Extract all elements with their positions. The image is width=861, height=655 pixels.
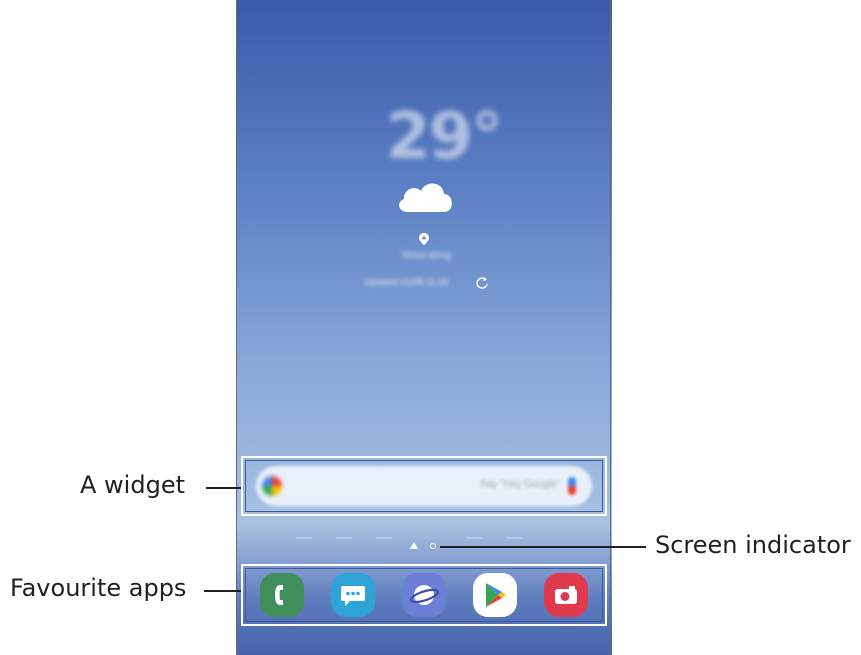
widget-callout-label: A widget bbox=[80, 471, 185, 499]
refresh-icon[interactable] bbox=[475, 276, 489, 295]
play-store-icon[interactable] bbox=[473, 573, 517, 617]
widget-leader-line bbox=[206, 487, 241, 489]
weather-updated-time: Updated 01/08 11:18 bbox=[364, 277, 448, 287]
weather-location: Yeoui-dong bbox=[400, 250, 452, 261]
blurred-shortcut-row bbox=[296, 537, 556, 541]
favourite-apps-leader-line bbox=[204, 590, 241, 592]
weather-temperature: 29° bbox=[386, 100, 503, 174]
screen-indicator-callout-label: Screen indicator bbox=[655, 531, 851, 559]
page-indicator-dot[interactable] bbox=[430, 543, 436, 549]
messages-icon[interactable] bbox=[331, 573, 375, 617]
favourite-apps-callout-label: Favourite apps bbox=[10, 574, 187, 602]
home-page-indicator-icon[interactable] bbox=[410, 542, 418, 549]
phone-icon[interactable] bbox=[260, 573, 304, 617]
internet-icon[interactable] bbox=[402, 573, 446, 617]
google-logo-icon bbox=[262, 476, 282, 496]
home-screen: 29° Yeoui-dong Updated 01/08 11:18 bbox=[236, 0, 612, 655]
location-pin-icon bbox=[419, 232, 429, 250]
microphone-icon[interactable] bbox=[568, 477, 576, 495]
cloud-icon[interactable] bbox=[394, 176, 456, 216]
screen-indicator-leader-line bbox=[440, 546, 646, 548]
camera-icon[interactable] bbox=[544, 573, 588, 617]
search-widget-hint: Say "Hey Google" bbox=[480, 479, 560, 490]
